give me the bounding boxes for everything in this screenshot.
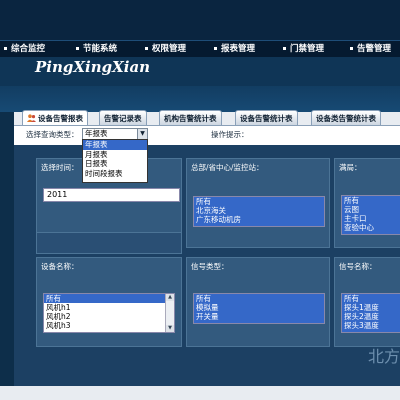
org-filter-box: 总部/省中心/监控站： 所有 北京海关 广东移动机房: [186, 158, 330, 248]
list-item[interactable]: 主卡口: [342, 214, 400, 223]
device-label: 设备名称：: [41, 262, 79, 271]
header-band: [0, 86, 400, 112]
top-banner: [0, 0, 400, 40]
report-type-value: 年报表: [85, 129, 108, 138]
hint-label: 操作提示：: [211, 130, 249, 139]
tab-org-alarm-stats[interactable]: 机构告警统计表: [159, 110, 222, 126]
list-item[interactable]: 云图: [342, 205, 400, 214]
signal-name-label: 信号名称：: [339, 262, 377, 271]
list-item[interactable]: 开关量: [194, 312, 324, 321]
bullet-icon: [214, 47, 217, 50]
chevron-down-icon[interactable]: ▼: [137, 129, 147, 139]
dropdown-option[interactable]: 年报表: [83, 140, 147, 150]
list-item[interactable]: 探头1温度: [342, 303, 400, 312]
bullet-icon: [4, 47, 7, 50]
org-listbox[interactable]: 所有 北京海关 广东移动机房: [193, 196, 325, 227]
list-item[interactable]: 所有: [342, 294, 400, 303]
list-item[interactable]: 所有: [44, 294, 165, 303]
bullet-icon: [283, 47, 286, 50]
time-input[interactable]: 2011: [43, 188, 180, 202]
device-filter-box: 设备名称： 所有 风机h1 风机h2 风机h3 ▲ ▼: [36, 257, 182, 347]
nav-item-access[interactable]: 门禁管理: [283, 42, 324, 56]
main-nav: 综合监控 节能系统 权限管理 报表管理 门禁管理 告警管理: [0, 40, 400, 58]
list-item[interactable]: 所有: [194, 197, 324, 206]
list-item[interactable]: 查验中心: [342, 223, 400, 232]
list-item[interactable]: 广东移动机房: [194, 215, 324, 224]
list-item[interactable]: 探头3温度: [342, 321, 400, 330]
org-label: 总部/省中心/监控站：: [191, 163, 264, 172]
list-item[interactable]: 模拟量: [194, 303, 324, 312]
report-type-dropdown[interactable]: 年报表 月报表 日报表 时间段报表: [82, 139, 148, 183]
signal-name-listbox[interactable]: 所有 探头1温度 探头2温度 探头3温度: [341, 293, 400, 333]
report-tabs: 设备告警报表 告警记录表 机构告警统计表 设备告警统计表 设备类告警统计表: [14, 110, 400, 127]
nav-item-reports[interactable]: 报表管理: [214, 42, 255, 56]
bullet-icon: [145, 47, 148, 50]
brand-logo: PingXingXian: [35, 58, 151, 76]
list-item[interactable]: 风机h1: [44, 303, 174, 312]
device-listbox[interactable]: 所有 风机h1 风机h2 风机h3 ▲ ▼: [43, 293, 175, 333]
bullet-icon: [76, 47, 79, 50]
list-item[interactable]: 所有: [342, 196, 400, 205]
list-item[interactable]: 探头2温度: [342, 312, 400, 321]
tab-alarm-records[interactable]: 告警记录表: [99, 110, 147, 126]
dropdown-option[interactable]: 日报表: [83, 159, 147, 169]
time-label: 选择时间：: [41, 163, 79, 172]
device-scrollbar[interactable]: ▲ ▼: [165, 294, 174, 332]
nav-item-monitor[interactable]: 综合监控: [4, 42, 45, 56]
query-type-label: 选择查询类型：: [26, 130, 79, 139]
watermark-text: 北方: [368, 347, 400, 366]
signal-type-filter-box: 信号类型： 所有 模拟量 开关量: [186, 257, 330, 347]
users-icon: [27, 112, 36, 122]
site-listbox[interactable]: 所有 云图 主卡口 查验中心: [341, 195, 400, 235]
left-margin: [0, 112, 14, 400]
signal-type-label: 信号类型：: [191, 262, 229, 271]
tab-device-alarm-stats[interactable]: 设备告警统计表: [235, 110, 298, 126]
signal-type-listbox[interactable]: 所有 模拟量 开关量: [193, 293, 325, 324]
signal-name-filter-box: 信号名称： 所有 探头1温度 探头2温度 探头3温度: [334, 257, 400, 347]
list-item[interactable]: 所有: [194, 294, 324, 303]
list-item[interactable]: 风机h2: [44, 312, 174, 321]
footer-band: [0, 386, 400, 400]
time-filter-footer: [36, 232, 182, 254]
tab-device-class-alarm-stats[interactable]: 设备类告警统计表: [311, 110, 381, 126]
dropdown-option[interactable]: 时间段报表: [83, 169, 147, 179]
scroll-up-icon[interactable]: ▲: [166, 294, 174, 301]
site-label: 满局：: [339, 163, 362, 172]
scroll-down-icon[interactable]: ▼: [166, 325, 174, 332]
dropdown-option[interactable]: 月报表: [83, 150, 147, 160]
list-item[interactable]: 风机h3: [44, 321, 174, 330]
site-filter-box: 满局： 所有 云图 主卡口 查验中心: [334, 158, 400, 248]
list-item[interactable]: 北京海关: [194, 206, 324, 215]
nav-item-energy[interactable]: 节能系统: [76, 42, 117, 56]
bullet-icon: [350, 47, 353, 50]
nav-item-alarm[interactable]: 告警管理: [350, 42, 391, 56]
nav-item-permission[interactable]: 权限管理: [145, 42, 186, 56]
